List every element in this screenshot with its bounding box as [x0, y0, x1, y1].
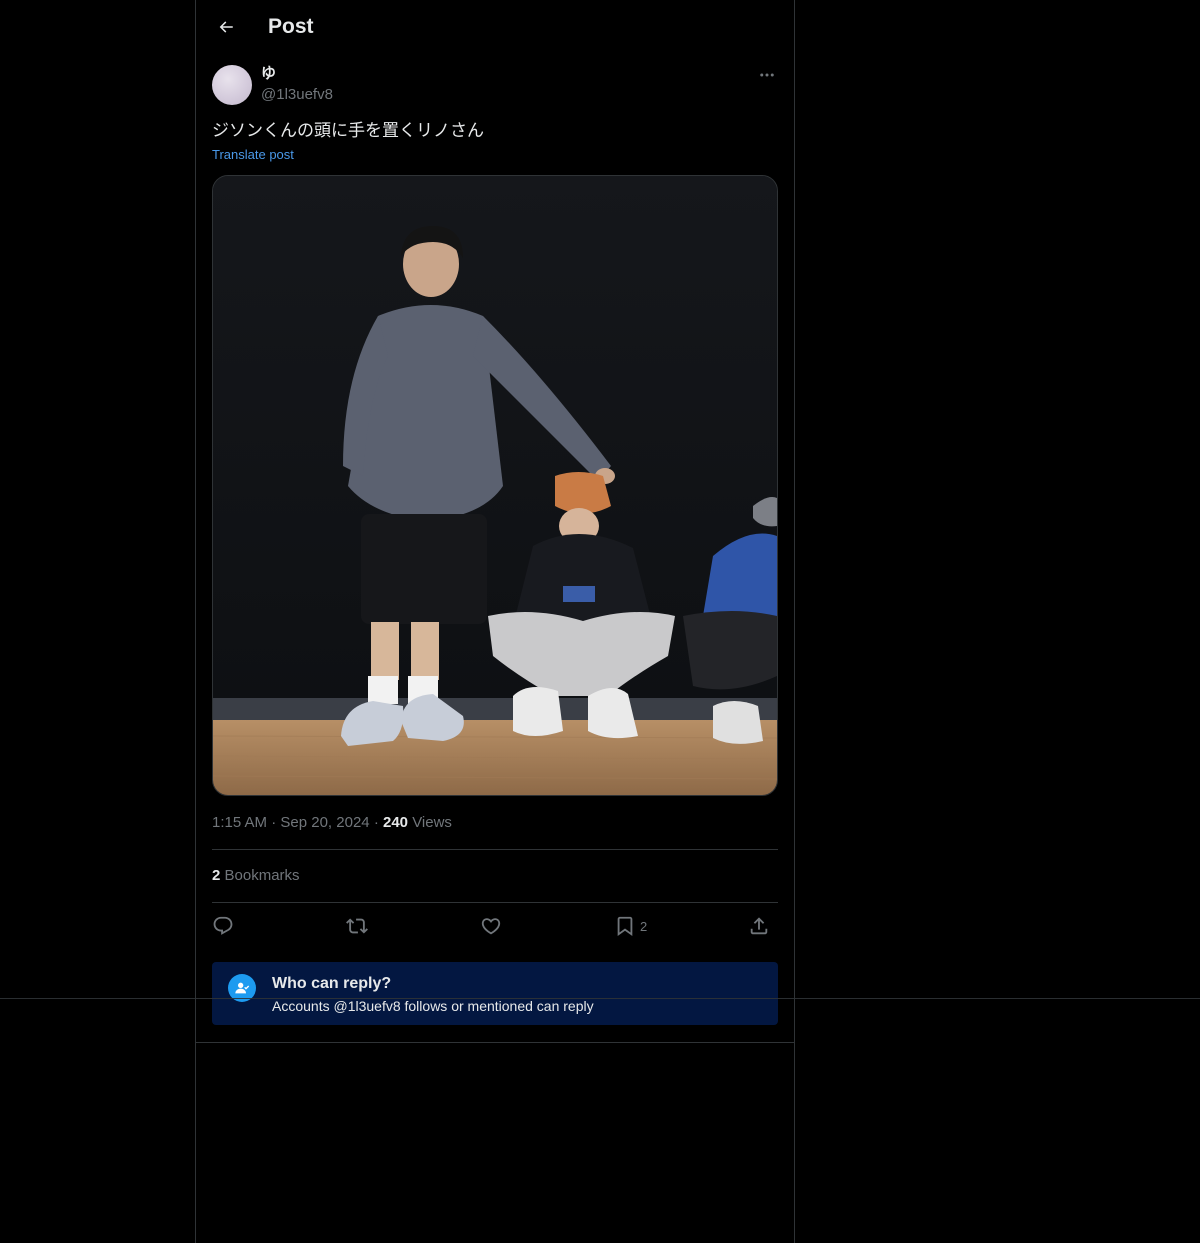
- reply-icon: [213, 916, 233, 935]
- post-photo[interactable]: [212, 175, 778, 796]
- arrow-left-icon: [219, 21, 233, 33]
- reply-button[interactable]: [212, 914, 234, 938]
- post-time[interactable]: 1:15 AM: [212, 814, 267, 831]
- bookmark-button[interactable]: 2: [614, 914, 647, 938]
- repost-icon: [346, 918, 368, 934]
- post-date[interactable]: Sep 20, 2024: [280, 814, 369, 831]
- primary-column: Post ゆ @1l3uefv8 ジソンくんの頭に手を置くリノさん Transl…: [195, 0, 795, 1243]
- divider: [212, 849, 778, 850]
- repost-button[interactable]: [346, 914, 368, 938]
- post-meta: 1:15 AM · Sep 20, 2024 · 240 Views: [212, 813, 452, 833]
- page-title: Post: [268, 15, 314, 38]
- divider: [196, 1042, 794, 1043]
- share-button[interactable]: [748, 914, 770, 938]
- bookmarks-count: 2: [212, 867, 221, 884]
- views-label: Views: [412, 814, 452, 831]
- bookmark-count: 2: [640, 918, 648, 934]
- meta-separator: ·: [271, 814, 281, 831]
- back-button[interactable]: [212, 13, 240, 41]
- share-icon: [750, 917, 768, 935]
- avatar[interactable]: [212, 65, 252, 105]
- translate-post-link[interactable]: Translate post: [212, 146, 294, 164]
- reply-restriction-subtitle: Accounts @1l3uefv8 follows or mentioned …: [272, 998, 594, 1014]
- bookmarks-label: Bookmarks: [224, 867, 300, 884]
- post-text: ジソンくんの頭に手を置くリノさん: [212, 121, 484, 140]
- meta-separator: ·: [373, 814, 383, 831]
- author-display-name[interactable]: ゆ: [261, 64, 276, 84]
- top-bar: Post: [196, 0, 794, 54]
- heart-icon: [481, 918, 501, 935]
- action-bar: 2: [212, 906, 778, 946]
- views-count: 240: [382, 814, 409, 831]
- bookmarks-stat[interactable]: 2 Bookmarks: [212, 866, 300, 886]
- more-options-button[interactable]: [756, 64, 778, 86]
- reply-restriction-notice: Who can reply? Accounts @1l3uefv8 follow…: [212, 962, 778, 1025]
- bookmark-icon: [617, 916, 633, 937]
- like-button[interactable]: [480, 914, 502, 938]
- photo-image: [213, 176, 777, 795]
- divider: [212, 902, 778, 903]
- horizontal-guide-line: [0, 998, 1200, 999]
- reply-restriction-title: Who can reply?: [272, 975, 392, 992]
- more-horizontal-icon: [760, 73, 774, 77]
- author-handle[interactable]: @1l3uefv8: [261, 85, 333, 105]
